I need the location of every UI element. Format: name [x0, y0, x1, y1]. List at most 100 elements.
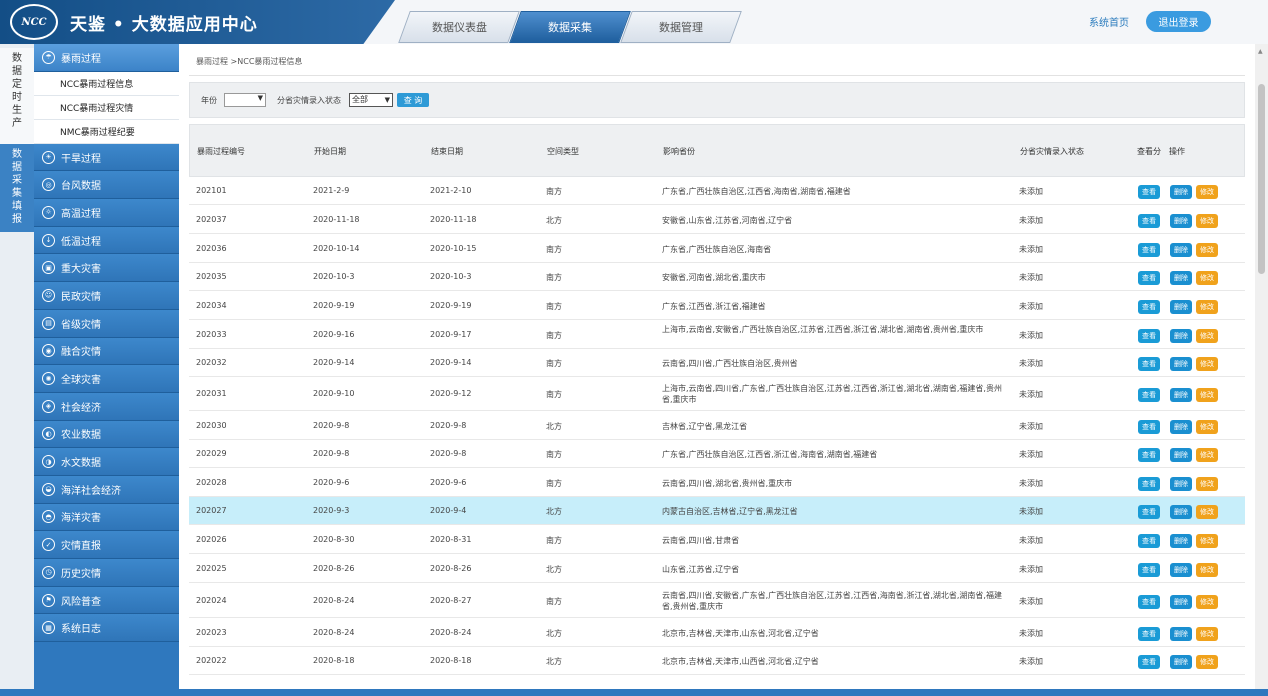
sidebar-item-group[interactable]: ◉ 融合灾情 — [34, 337, 179, 366]
view-button[interactable]: 查看 — [1138, 214, 1160, 228]
sidebar-item-group[interactable]: ⚑ 风险普查 — [34, 586, 179, 615]
sidebar-item-group[interactable]: ◑ 水文数据 — [34, 448, 179, 476]
table-row[interactable]: 202024 2020-8-24 2020-8-27 南方 云南省,四川省,安徽省,广东… — [189, 583, 1245, 618]
edit-button[interactable]: 修改 — [1196, 329, 1218, 343]
delete-button[interactable]: 删除 — [1170, 357, 1192, 371]
delete-button[interactable]: 删除 — [1170, 243, 1192, 257]
sidebar-subitem[interactable]: NMC暴雨过程纪要 — [34, 119, 179, 144]
side-tab-data-produce[interactable]: 数据定时生产 — [0, 48, 34, 144]
edit-button[interactable]: 修改 — [1196, 388, 1218, 402]
view-button[interactable]: 查看 — [1138, 329, 1160, 343]
table-row[interactable]: 202101 2021-2-9 2021-2-10 南方 广东省,广西壮族自治区,江西省… — [189, 177, 1245, 205]
view-button[interactable]: 查看 — [1138, 420, 1160, 434]
table-row[interactable]: 202034 2020-9-19 2020-9-19 南方 广东省,江西省,浙江省,福建… — [189, 291, 1245, 320]
sidebar-item-group[interactable]: ☼ 高温过程 — [34, 199, 179, 227]
edit-button[interactable]: 修改 — [1196, 300, 1218, 314]
view-button[interactable]: 查看 — [1138, 388, 1160, 402]
edit-button[interactable]: 修改 — [1196, 185, 1218, 199]
delete-button[interactable]: 删除 — [1170, 505, 1192, 519]
edit-button[interactable]: 修改 — [1196, 534, 1218, 548]
delete-button[interactable]: 删除 — [1170, 655, 1192, 669]
scrollbar[interactable]: ▲ — [1255, 44, 1268, 696]
table-row[interactable]: 202029 2020-9-8 2020-9-8 南方 广东省,广西壮族自治区,江西省,… — [189, 440, 1245, 468]
tab-dashboard[interactable]: 数据仪表盘 — [398, 11, 520, 43]
delete-button[interactable]: 删除 — [1170, 271, 1192, 285]
sidebar-item-group[interactable]: ☀ 干旱过程 — [34, 143, 179, 172]
edit-button[interactable]: 修改 — [1196, 448, 1218, 462]
sidebar-item-storm[interactable]: ☂ 暴雨过程 — [34, 44, 179, 72]
edit-button[interactable]: 修改 — [1196, 420, 1218, 434]
edit-button[interactable]: 修改 — [1196, 563, 1218, 577]
year-select[interactable]: ▼ — [224, 93, 266, 107]
sidebar-item-group[interactable]: ▦ 系统日志 — [34, 614, 179, 643]
view-button[interactable]: 查看 — [1138, 595, 1160, 609]
delete-button[interactable]: 删除 — [1170, 477, 1192, 491]
sidebar-item-group[interactable]: ◓ 海洋灾害 — [34, 503, 179, 532]
view-button[interactable]: 查看 — [1138, 534, 1160, 548]
delete-button[interactable]: 删除 — [1170, 420, 1192, 434]
view-button[interactable]: 查看 — [1138, 271, 1160, 285]
logout-button[interactable]: 退出登录 — [1146, 11, 1211, 32]
table-row[interactable]: 202033 2020-9-16 2020-9-17 南方 上海市,云南省,安徽省,广西… — [189, 320, 1245, 349]
delete-button[interactable]: 删除 — [1170, 595, 1192, 609]
table-row[interactable]: 202028 2020-9-6 2020-9-6 南方 云南省,四川省,湖北省,贵州省,… — [189, 468, 1245, 497]
table-row[interactable]: 202037 2020-11-18 2020-11-18 北方 安徽省,山东省,江苏省,… — [189, 205, 1245, 234]
table-row[interactable]: 202031 2020-9-10 2020-9-12 南方 上海市,云南省,四川省,广东… — [189, 377, 1245, 411]
table-row[interactable]: 202027 2020-9-3 2020-9-4 北方 内蒙古自治区,吉林省,辽宁省,黑… — [189, 497, 1245, 525]
view-button[interactable]: 查看 — [1138, 627, 1160, 641]
edit-button[interactable]: 修改 — [1196, 477, 1218, 491]
view-button[interactable]: 查看 — [1138, 563, 1160, 577]
edit-button[interactable]: 修改 — [1196, 627, 1218, 641]
sidebar-item-group[interactable]: ✺ 全球灾害 — [34, 365, 179, 393]
sidebar-item-group[interactable]: ↓ 低温过程 — [34, 226, 179, 255]
sidebar-item-group[interactable]: ◈ 社会经济 — [34, 392, 179, 421]
delete-button[interactable]: 删除 — [1170, 329, 1192, 343]
edit-button[interactable]: 修改 — [1196, 505, 1218, 519]
query-button[interactable]: 查 询 — [397, 93, 429, 107]
home-link[interactable]: 系统首页 — [1089, 14, 1129, 29]
view-button[interactable]: 查看 — [1138, 477, 1160, 491]
scroll-up-icon[interactable]: ▲ — [1258, 48, 1263, 55]
sidebar-item-group[interactable]: ◎ 台风数据 — [34, 171, 179, 200]
delete-button[interactable]: 删除 — [1170, 214, 1192, 228]
sidebar-item-group[interactable]: ◒ 海洋社会经济 — [34, 475, 179, 504]
delete-button[interactable]: 删除 — [1170, 448, 1192, 462]
view-button[interactable]: 查看 — [1138, 185, 1160, 199]
view-button[interactable]: 查看 — [1138, 505, 1160, 519]
table-row[interactable]: 202023 2020-8-24 2020-8-24 北方 北京市,吉林省,天津市,山东… — [189, 618, 1245, 647]
sidebar-item-group[interactable]: ✓ 灾情直报 — [34, 531, 179, 559]
edit-button[interactable]: 修改 — [1196, 271, 1218, 285]
edit-button[interactable]: 修改 — [1196, 655, 1218, 669]
side-tab-data-collect[interactable]: 数据采集填报 — [0, 144, 34, 232]
table-row[interactable]: 202036 2020-10-14 2020-10-15 南方 广东省,广西壮族自治区,… — [189, 234, 1245, 263]
delete-button[interactable]: 删除 — [1170, 534, 1192, 548]
sidebar-item-group[interactable]: ◐ 农业数据 — [34, 420, 179, 449]
view-button[interactable]: 查看 — [1138, 448, 1160, 462]
sidebar-item-group[interactable]: ▣ 重大灾害 — [34, 254, 179, 283]
sidebar-item-group[interactable]: ◷ 历史灾情 — [34, 559, 179, 587]
tab-data-collect[interactable]: 数据采集 — [509, 11, 631, 43]
scroll-thumb[interactable] — [1258, 84, 1265, 274]
sidebar-subitem[interactable]: NCC暴雨过程灾情 — [34, 95, 179, 120]
table-row[interactable]: 202026 2020-8-30 2020-8-31 南方 云南省,四川省,甘肃省 未添加… — [189, 525, 1245, 554]
sidebar-item-group[interactable]: ☺ 民政灾情 — [34, 282, 179, 310]
view-button[interactable]: 查看 — [1138, 357, 1160, 371]
table-row[interactable]: 202025 2020-8-26 2020-8-26 北方 山东省,江苏省,辽宁省 未添加… — [189, 554, 1245, 583]
edit-button[interactable]: 修改 — [1196, 243, 1218, 257]
edit-button[interactable]: 修改 — [1196, 357, 1218, 371]
sidebar-item-group[interactable]: ▤ 省级灾情 — [34, 309, 179, 338]
view-button[interactable]: 查看 — [1138, 655, 1160, 669]
edit-button[interactable]: 修改 — [1196, 595, 1218, 609]
delete-button[interactable]: 删除 — [1170, 185, 1192, 199]
table-row[interactable]: 202035 2020-10-3 2020-10-3 南方 安徽省,河南省,湖北省,重庆… — [189, 263, 1245, 291]
status-select[interactable]: 全部 ▼ — [349, 93, 393, 107]
delete-button[interactable]: 删除 — [1170, 563, 1192, 577]
view-button[interactable]: 查看 — [1138, 243, 1160, 257]
tab-data-manage[interactable]: 数据管理 — [620, 11, 742, 43]
delete-button[interactable]: 删除 — [1170, 388, 1192, 402]
table-row[interactable]: 202022 2020-8-18 2020-8-18 北方 北京市,吉林省,天津市,山西… — [189, 647, 1245, 675]
edit-button[interactable]: 修改 — [1196, 214, 1218, 228]
table-row[interactable]: 202032 2020-9-14 2020-9-14 南方 云南省,四川省,广西壮族自治… — [189, 349, 1245, 377]
delete-button[interactable]: 删除 — [1170, 627, 1192, 641]
sidebar-subitem[interactable]: NCC暴雨过程信息 — [34, 71, 179, 96]
